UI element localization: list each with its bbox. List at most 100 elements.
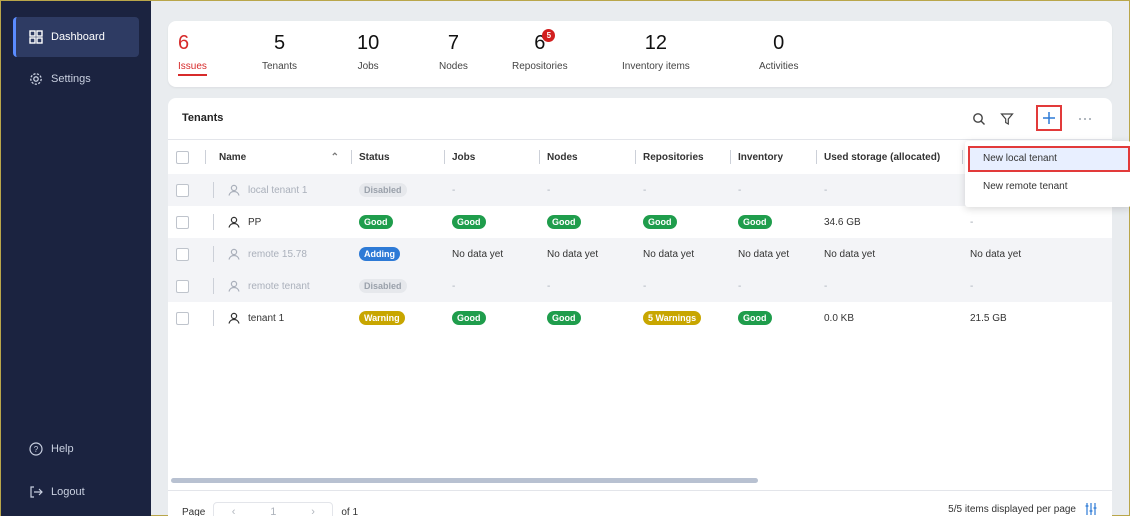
- search-button[interactable]: [968, 108, 990, 130]
- column-header-used-storage[interactable]: Used storage (allocated): [816, 140, 962, 174]
- used-storage-cell: 0.0 KB: [824, 312, 855, 324]
- stat-label: Tenants: [262, 61, 298, 72]
- column-separator: [539, 150, 540, 164]
- stat-label: Nodes: [439, 61, 468, 72]
- table-row[interactable]: remote tenant Disabled - - - - - -: [168, 270, 1112, 302]
- name-cell: remote tenant: [205, 270, 351, 302]
- column-header-repositories[interactable]: Repositories: [635, 140, 730, 174]
- row-separator: [213, 214, 214, 230]
- logout-icon: [30, 486, 43, 498]
- inventory-cell: Good: [730, 206, 816, 238]
- row-separator: [213, 310, 214, 326]
- filter-button[interactable]: [996, 108, 1018, 130]
- page-number[interactable]: 1: [270, 506, 276, 516]
- more-icon: [1079, 118, 1091, 120]
- stat-activities[interactable]: 0 Activities: [759, 31, 798, 72]
- column-header-jobs[interactable]: Jobs: [444, 140, 539, 174]
- column-separator: [444, 150, 445, 164]
- jobs-badge: Good: [452, 311, 486, 325]
- stat-value: 5: [273, 32, 286, 54]
- column-header-status[interactable]: Status: [351, 140, 444, 174]
- column-label: Repositories: [643, 151, 704, 163]
- user-icon: [228, 216, 240, 228]
- column-header-name[interactable]: Name ⌃: [205, 140, 351, 174]
- stat-value: 12: [644, 32, 668, 54]
- sidebar-item-logout[interactable]: Logout: [13, 472, 139, 512]
- nodes-badge: Good: [547, 215, 581, 229]
- nodes-cell: Good: [539, 302, 635, 334]
- items-count-text: 5/5 items displayed per page: [948, 503, 1076, 515]
- row-checkbox[interactable]: [176, 247, 189, 261]
- nodes-cell: -: [547, 280, 551, 292]
- column-label: Used storage (allocated): [824, 151, 941, 163]
- status-badge: Disabled: [359, 279, 407, 293]
- stat-jobs[interactable]: 10 Jobs: [357, 31, 379, 72]
- table-row[interactable]: PP Good Good Good Good Good 34.6 GB -: [168, 206, 1112, 238]
- next-page-icon[interactable]: ›: [311, 506, 315, 516]
- user-icon: [228, 280, 240, 292]
- status-cell: Adding: [351, 238, 444, 270]
- jobs-cell: -: [452, 280, 456, 292]
- stat-repositories[interactable]: 65 Repositories: [512, 29, 568, 72]
- repositories-cell: -: [643, 280, 647, 292]
- horizontal-scrollbar[interactable]: [171, 478, 758, 483]
- row-select-cell: [168, 174, 205, 206]
- used-storage-cell: 34.6 GB: [824, 216, 861, 228]
- repositories-cell: No data yet: [643, 248, 695, 260]
- stat-inventory-items[interactable]: 12 Inventory items: [622, 31, 690, 72]
- column-header-nodes[interactable]: Nodes: [539, 140, 635, 174]
- more-options-button[interactable]: [1074, 108, 1096, 130]
- menu-item-new-remote-tenant[interactable]: New remote tenant: [965, 174, 1130, 200]
- page-total: of 1: [341, 506, 359, 516]
- previous-page-icon[interactable]: ‹: [232, 506, 236, 516]
- row-checkbox[interactable]: [176, 279, 189, 293]
- status-cell: Disabled: [351, 270, 444, 302]
- row-separator: [213, 182, 214, 198]
- jobs-cell: Good: [444, 206, 539, 238]
- tenant-name[interactable]: local tenant 1: [248, 185, 308, 196]
- row-checkbox[interactable]: [176, 183, 189, 197]
- column-label: Status: [359, 151, 390, 163]
- nodes-cell: -: [547, 184, 551, 196]
- stat-value: 10: [357, 32, 380, 54]
- table-row[interactable]: tenant 1 Warning Good Good 5 Warnings Go…: [168, 302, 1112, 334]
- add-tenant-button[interactable]: [1036, 105, 1062, 131]
- select-all-checkbox[interactable]: [176, 150, 189, 164]
- stat-value: 6: [178, 32, 190, 54]
- stat-nodes[interactable]: 7 Nodes: [439, 31, 468, 72]
- column-header-inventory[interactable]: Inventory: [730, 140, 816, 174]
- column-separator: [351, 150, 352, 164]
- table-row[interactable]: remote 15.78 Adding No data yet No data …: [168, 238, 1112, 270]
- nodes-cell: Good: [539, 206, 635, 238]
- summary-stats-card: 6 Issues 5 Tenants 10 Jobs 7 Nodes 65 Re…: [168, 21, 1112, 87]
- row-checkbox[interactable]: [176, 311, 189, 325]
- menu-item-new-local-tenant[interactable]: New local tenant: [968, 146, 1130, 172]
- sidebar-item-dashboard[interactable]: Dashboard: [13, 17, 139, 57]
- column-separator: [816, 150, 817, 164]
- row-checkbox[interactable]: [176, 215, 189, 229]
- repositories-cell: -: [643, 184, 647, 196]
- sidebar-item-label: Help: [51, 443, 74, 455]
- extra-cell: 21.5 GB: [970, 312, 1007, 324]
- row-separator: [213, 278, 214, 294]
- stat-issues[interactable]: 6 Issues: [178, 31, 207, 76]
- used-storage-cell: -: [824, 184, 828, 196]
- column-settings-icon[interactable]: [1084, 502, 1098, 516]
- inventory-cell: No data yet: [738, 248, 790, 260]
- sort-ascending-icon[interactable]: ⌃: [331, 152, 339, 163]
- sidebar-item-label: Settings: [51, 73, 91, 85]
- sidebar-item-settings[interactable]: Settings: [13, 59, 139, 99]
- tenant-name[interactable]: remote tenant: [248, 281, 310, 292]
- svg-text:?: ?: [34, 445, 39, 454]
- stat-tenants[interactable]: 5 Tenants: [262, 31, 297, 72]
- user-icon: [228, 312, 240, 324]
- tenant-name[interactable]: remote 15.78: [248, 249, 307, 260]
- sidebar-item-help[interactable]: ? Help: [13, 429, 139, 469]
- tenant-name[interactable]: PP: [248, 217, 261, 228]
- stat-label: Activities: [759, 61, 799, 72]
- used-storage-cell: No data yet: [824, 248, 876, 260]
- inventory-badge: Good: [738, 311, 772, 325]
- inventory-badge: Good: [738, 215, 772, 229]
- name-cell: local tenant 1: [205, 174, 351, 206]
- tenant-name[interactable]: tenant 1: [248, 313, 284, 324]
